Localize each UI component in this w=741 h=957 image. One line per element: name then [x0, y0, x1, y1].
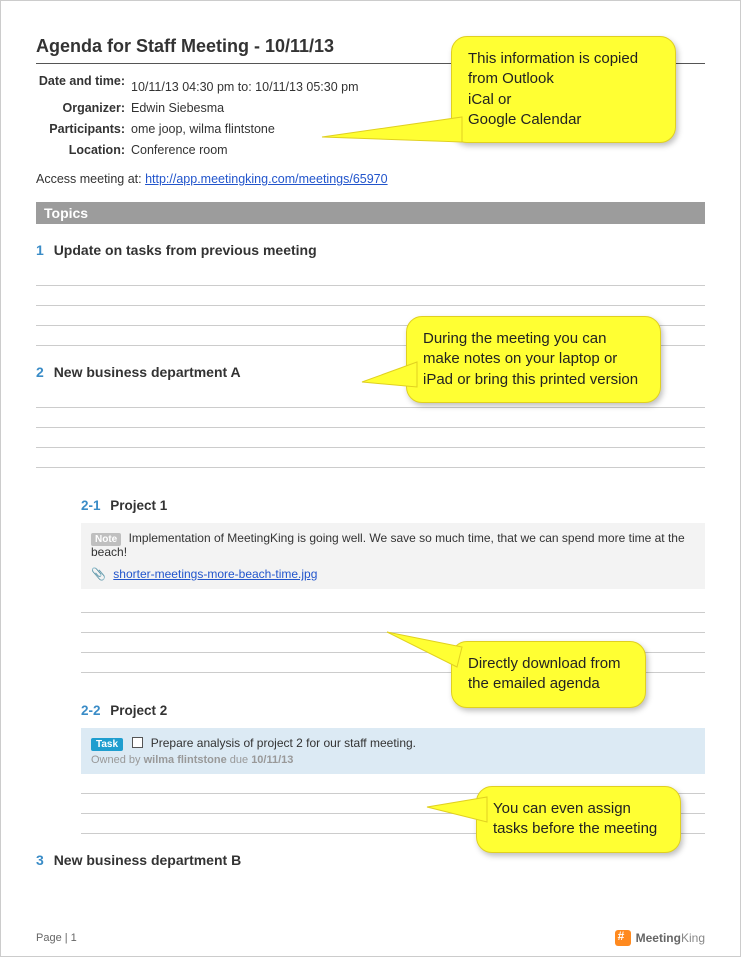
meta-participants-label: Participants: [36, 122, 131, 137]
callout-tail-icon [427, 797, 487, 827]
task-due-date: 10/11/13 [251, 754, 293, 766]
attachment: 📎 shorter-meetings-more-beach-time.jpg [91, 567, 695, 581]
access-prefix: Access meeting at: [36, 172, 145, 186]
attachment-link[interactable]: shorter-meetings-more-beach-time.jpg [113, 567, 317, 581]
note-box: Note Implementation of MeetingKing is go… [81, 523, 705, 589]
topic-3-text: New business department B [54, 852, 242, 868]
topic-2-number: 2 [36, 364, 44, 380]
logo-text-2: King [681, 931, 705, 945]
task-text: Prepare analysis of project 2 for our st… [151, 736, 416, 750]
agenda-page: Agenda for Staff Meeting - 10/11/13 Date… [0, 0, 741, 957]
access-meeting: Access meeting at: http://app.meetingkin… [36, 172, 705, 186]
topic-3-title: 3 New business department B [36, 852, 705, 868]
note-text: Implementation of MeetingKing is going w… [91, 531, 685, 559]
page-footer: Page | 1 MeetingKing [36, 930, 705, 946]
logo-icon [615, 930, 631, 946]
task-owner-name: wilma flintstone [144, 754, 227, 766]
page-number: Page | 1 [36, 932, 77, 944]
callout-assign-tasks: You can even assign tasks before the mee… [476, 786, 681, 853]
meetingking-logo: MeetingKing [615, 930, 705, 946]
callout-tail-icon [387, 632, 462, 667]
task-box: Task Prepare analysis of project 2 for o… [81, 728, 705, 774]
topic-1-number: 1 [36, 242, 44, 258]
task-owner-line: Owned by wilma flintstone due 10/11/13 [91, 754, 695, 766]
callout-calendar-text: This information is copied from Outlook … [468, 50, 638, 128]
meta-organizer-label: Organizer: [36, 101, 131, 116]
task-checkbox[interactable] [132, 737, 143, 748]
task-owner-prefix: Owned by [91, 754, 144, 766]
subtopic-2-1-text: Project 1 [110, 498, 167, 513]
access-link[interactable]: http://app.meetingking.com/meetings/6597… [145, 172, 388, 186]
topic-3: 3 New business department B [36, 852, 705, 868]
logo-text-1: Meeting [636, 931, 681, 945]
task-due-prefix: due [227, 754, 251, 766]
topic-2-text: New business department A [54, 364, 241, 380]
callout-calendar-info: This information is copied from Outlook … [451, 36, 676, 143]
topic-1-title: 1 Update on tasks from previous meeting [36, 242, 705, 258]
callout-meeting-notes: During the meeting you can make notes on… [406, 316, 661, 403]
callout-download-text: Directly download from the emailed agend… [468, 655, 621, 692]
subtopic-2-1-number: 2-1 [81, 498, 101, 513]
subtopic-2-2-text: Project 2 [110, 703, 167, 718]
topic-2: 2 New business department A 2-1 Project … [36, 364, 705, 834]
callout-tail-icon [362, 357, 417, 392]
topics-header: Topics [36, 202, 705, 224]
meta-location-label: Location: [36, 143, 131, 158]
callout-tail-icon [322, 112, 462, 152]
meta-datetime-label: Date and time: [36, 74, 131, 95]
topic-3-number: 3 [36, 852, 44, 868]
topic-1-text: Update on tasks from previous meeting [54, 242, 317, 258]
subtopic-2-2-number: 2-2 [81, 703, 101, 718]
subtopic-2-1-title: 2-1 Project 1 [81, 498, 705, 513]
callout-meeting-notes-text: During the meeting you can make notes on… [423, 330, 638, 388]
callout-assign-tasks-text: You can even assign tasks before the mee… [493, 800, 657, 837]
paperclip-icon: 📎 [91, 567, 106, 581]
task-badge: Task [91, 738, 123, 751]
callout-download: Directly download from the emailed agend… [451, 641, 646, 708]
